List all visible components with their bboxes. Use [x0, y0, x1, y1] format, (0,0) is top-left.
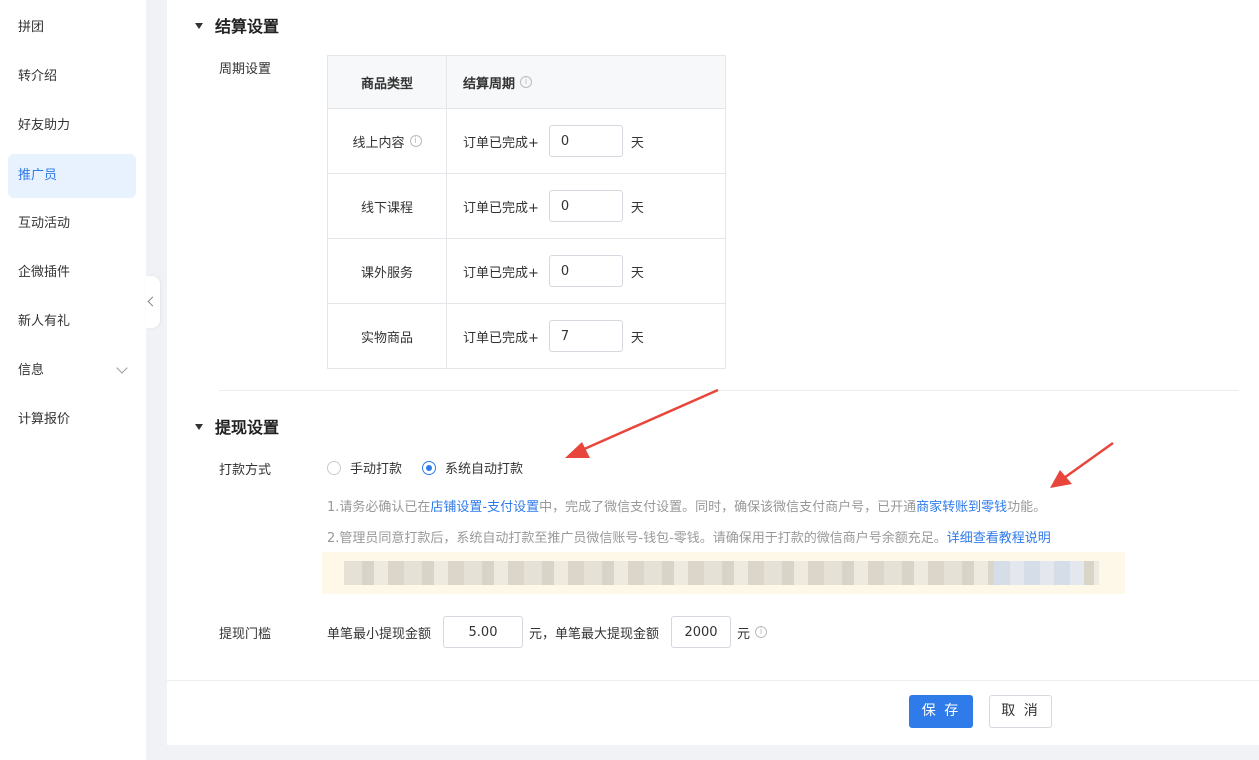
caret-down-icon: [195, 22, 203, 29]
sidebar-item-interactive[interactable]: 互动活动: [8, 202, 136, 246]
table-row: 线上内容i 订单已完成+ 天: [328, 108, 725, 173]
payment-method-radio-group: 手动打款 系统自动打款: [327, 458, 543, 477]
offline-course-days-input[interactable]: [548, 190, 623, 222]
extracurricular-days-input[interactable]: [548, 255, 623, 287]
sidebar-item-label: 信息: [18, 363, 45, 378]
section-divider: [219, 390, 1239, 391]
product-type-cell: 线上内容 i: [328, 109, 447, 173]
store-payment-settings-link[interactable]: 店铺设置-支付设置: [430, 500, 539, 515]
radio-circle[interactable]: [327, 460, 341, 475]
period-cell: 订单已完成+ 天: [447, 109, 725, 173]
sidebar-item-referral[interactable]: 转介绍: [8, 55, 136, 99]
sidebar-item-wecom-plugin[interactable]: 企微插件: [8, 251, 136, 295]
sidebar-item-label: 推广员: [18, 168, 58, 183]
sidebar-item-label: 好友助力: [18, 118, 71, 133]
save-button[interactable]: 保 存: [909, 695, 973, 728]
redacted-text: [344, 561, 1099, 585]
sidebar-item-label: 转介绍: [18, 69, 58, 84]
cancel-button[interactable]: 取 消: [989, 695, 1052, 728]
info-icon[interactable]: i: [409, 135, 422, 147]
period-label: 周期设置: [219, 62, 272, 77]
header-settlement-period: 结算周期 i: [447, 56, 725, 108]
table-row: 线下课程 订单已完成+ 天: [328, 173, 725, 238]
sidebar-item-label: 企微插件: [18, 265, 71, 280]
table-row: 实物商品 订单已完成+ 天: [328, 303, 725, 368]
blurred-notice: [322, 552, 1125, 594]
min-withdraw-amount-input[interactable]: [443, 616, 524, 648]
sidebar-item-info[interactable]: 信息: [8, 349, 136, 393]
sidebar-collapse-toggle[interactable]: [146, 276, 160, 328]
sidebar-item-label: 计算报价: [18, 412, 71, 427]
sidebar-item-friend-assist[interactable]: 好友助力: [8, 104, 136, 148]
radio-manual-payment[interactable]: 手动打款: [327, 458, 402, 477]
table-row: 课外服务 订单已完成+ 天: [328, 238, 725, 303]
payment-note-2: 2.管理员同意打款后，系统自动打款至推广员微信账号-钱包-零钱。请确保用于打款的…: [327, 531, 1051, 546]
tutorial-link[interactable]: 详细查看教程说明: [947, 531, 1051, 546]
merchant-transfer-link[interactable]: 商家转账到零钱: [916, 500, 1007, 515]
withdraw-threshold-row: 单笔最小提现金额 元，单笔最大提现金额 元i: [327, 616, 768, 648]
settlement-period-table: 商品类型 结算周期i 线上内容i 订单已完成+ 天 线下课程 订单已完成+ 天 …: [327, 55, 726, 369]
payment-method-label: 打款方式: [219, 463, 272, 478]
footer-divider: [167, 680, 1259, 681]
radio-auto-payment[interactable]: 系统自动打款: [422, 458, 523, 477]
product-type-cell: 实物商品: [328, 304, 447, 368]
sidebar-item-quote[interactable]: 计算报价: [8, 398, 136, 442]
sidebar-item-label: 新人有礼: [18, 314, 71, 329]
period-cell: 订单已完成+ 天: [447, 239, 725, 303]
sidebar-item-label: 拼团: [18, 20, 45, 35]
sidebar-item-label: 互动活动: [18, 216, 71, 231]
max-withdraw-amount-input[interactable]: [671, 616, 732, 648]
payment-note-1: 1.请务必确认已在店铺设置-支付设置中，完成了微信支付设置。同时，确保该微信支付…: [327, 500, 1047, 515]
sidebar-item-group-buy[interactable]: 拼团: [8, 6, 136, 50]
radio-circle[interactable]: [422, 460, 437, 475]
chevron-down-icon: [116, 362, 128, 374]
online-content-days-input[interactable]: [548, 125, 623, 157]
settlement-section-title[interactable]: 结算设置: [195, 13, 279, 37]
product-type-cell: 课外服务: [328, 239, 447, 303]
period-cell: 订单已完成+ 天: [447, 174, 725, 238]
physical-goods-days-input[interactable]: [548, 320, 623, 352]
product-type-cell: 线下课程: [328, 174, 447, 238]
withdraw-section-title[interactable]: 提现设置: [195, 414, 279, 438]
sidebar-item-newcomer-gift[interactable]: 新人有礼: [8, 300, 136, 344]
withdraw-threshold-label: 提现门槛: [219, 627, 272, 642]
settings-panel: 结算设置 周期设置 商品类型 结算周期i 线上内容i 订单已完成+ 天 线下课程…: [167, 0, 1259, 745]
sidebar-item-promoter[interactable]: 推广员: [8, 154, 136, 198]
header-product-type: 商品类型: [328, 56, 447, 108]
sidebar: 拼团 转介绍 好友助力 推广员 互动活动 企微插件 新人有礼 信息 计算报价: [0, 0, 146, 760]
table-header: 商品类型 结算周期 i: [328, 56, 725, 108]
period-cell: 订单已完成+ 天: [447, 304, 725, 368]
info-icon[interactable]: i: [520, 76, 533, 88]
info-icon[interactable]: i: [755, 626, 768, 638]
caret-down-icon: [195, 423, 203, 430]
